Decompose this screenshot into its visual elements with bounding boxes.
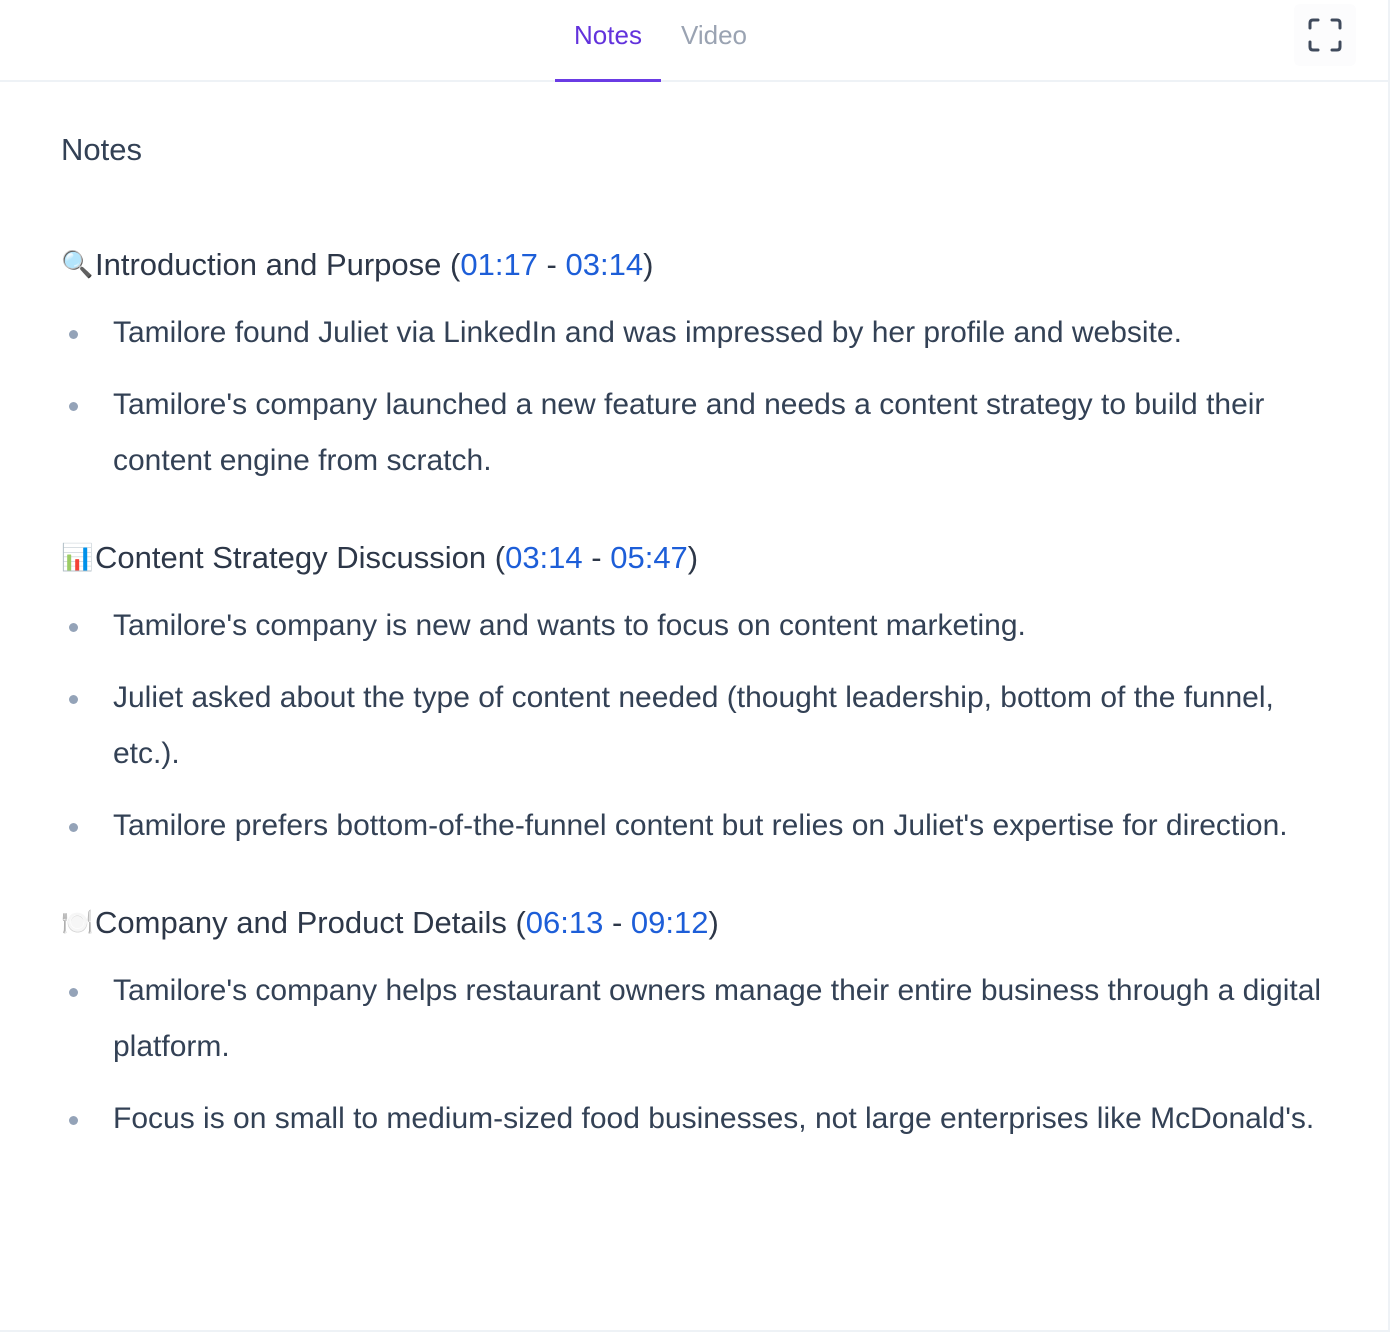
- paren-close: ): [708, 905, 719, 940]
- notes-title: Notes: [61, 132, 142, 167]
- section-heading: 🍽️Company and Product Details (06:13 - 0…: [61, 900, 1341, 945]
- tab-bar: Notes Video: [555, 0, 767, 82]
- bullet-list: Tamilore found Juliet via LinkedIn and w…: [61, 305, 1341, 489]
- list-item: Tamilore prefers bottom-of-the-funnel co…: [61, 798, 1343, 854]
- section-title: Introduction and Purpose: [95, 247, 442, 282]
- timestamp-end-link[interactable]: 03:14: [565, 247, 643, 282]
- plate-cutlery-icon: 🍽️: [61, 907, 94, 937]
- top-bar: Notes Video: [0, 0, 1390, 82]
- timestamp-separator: -: [582, 540, 611, 575]
- section-title: Content Strategy Discussion: [95, 540, 487, 575]
- list-item: Tamilore's company helps restaurant owne…: [61, 963, 1343, 1075]
- timestamp-start-link[interactable]: 06:13: [526, 905, 604, 940]
- section-heading: 🔍Introduction and Purpose (01:17 - 03:14…: [61, 242, 1341, 287]
- list-item: Tamilore found Juliet via LinkedIn and w…: [61, 305, 1343, 361]
- list-item: Tamilore's company is new and wants to f…: [61, 598, 1343, 654]
- bullet-list: Tamilore's company helps restaurant owne…: [61, 963, 1341, 1147]
- expand-fullscreen-icon: [1308, 18, 1342, 52]
- timestamp-end-link[interactable]: 09:12: [631, 905, 709, 940]
- section-heading: 📊Content Strategy Discussion (03:14 - 05…: [61, 535, 1341, 580]
- bullet-list: Tamilore's company is new and wants to f…: [61, 598, 1341, 854]
- paren-open: (: [486, 540, 506, 575]
- paren-open: (: [506, 905, 526, 940]
- note-section: 📊Content Strategy Discussion (03:14 - 05…: [61, 535, 1341, 854]
- magnifying-glass-icon: 🔍: [61, 249, 94, 279]
- timestamp-start-link[interactable]: 01:17: [460, 247, 538, 282]
- expand-button[interactable]: [1294, 4, 1356, 66]
- note-section: 🔍Introduction and Purpose (01:17 - 03:14…: [61, 242, 1341, 489]
- paren-open: (: [441, 247, 461, 282]
- notes-content: Notes 🔍Introduction and Purpose (01:17 -…: [61, 110, 1341, 1163]
- list-item: Tamilore's company launched a new featur…: [61, 377, 1343, 489]
- paren-close: ): [643, 247, 654, 282]
- notes-panel: Notes Video Notes 🔍Introduction and Purp…: [0, 0, 1390, 1332]
- bar-chart-icon: 📊: [61, 542, 94, 572]
- timestamp-separator: -: [603, 905, 631, 940]
- timestamp-start-link[interactable]: 03:14: [505, 540, 583, 575]
- timestamp-separator: -: [537, 247, 566, 282]
- list-item: Focus is on small to medium-sized food b…: [61, 1091, 1343, 1147]
- timestamp-end-link[interactable]: 05:47: [610, 540, 688, 575]
- list-item: Juliet asked about the type of content n…: [61, 670, 1343, 782]
- section-title: Company and Product Details: [95, 905, 507, 940]
- tab-notes[interactable]: Notes: [555, 0, 661, 82]
- tab-video[interactable]: Video: [661, 0, 767, 70]
- paren-close: ): [687, 540, 699, 575]
- note-section: 🍽️Company and Product Details (06:13 - 0…: [61, 900, 1341, 1147]
